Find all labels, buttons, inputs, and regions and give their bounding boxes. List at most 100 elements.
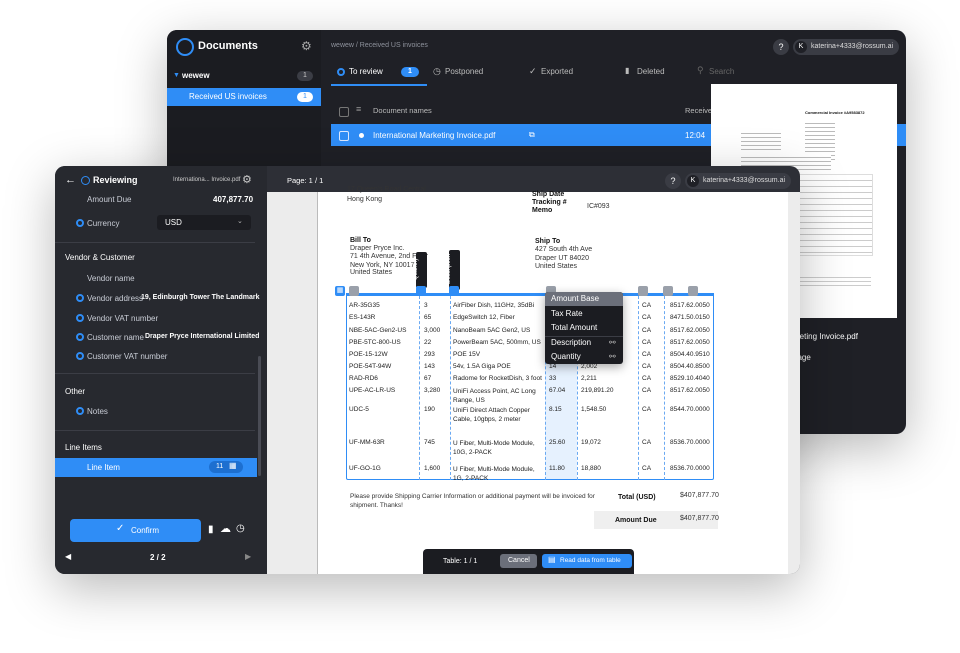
- link-icon: ⚯: [609, 338, 616, 347]
- menu-item-total-amount[interactable]: Total Amount: [545, 321, 623, 335]
- cell-amount: 8536.70.0000: [670, 465, 710, 472]
- vendor-address-value[interactable]: 19, Edinburgh Tower The Landmark: [141, 294, 260, 301]
- previous-arrow-icon[interactable]: ◀: [65, 552, 71, 561]
- currency-select[interactable]: USD ⌄: [157, 215, 251, 230]
- user-menu[interactable]: K katerina+4333@rossum.ai: [793, 39, 899, 55]
- clock-icon: ◷: [433, 66, 441, 76]
- customer-name-value[interactable]: Draper Pryce International Limited: [145, 333, 259, 340]
- column-document-names[interactable]: Document names: [373, 106, 432, 115]
- tab-count-badge: 1: [401, 67, 419, 77]
- user-email: katerina+4333@rossum.ai: [811, 43, 894, 50]
- queue-count-badge: 1: [297, 92, 313, 102]
- cell-total: 19,072: [581, 439, 601, 446]
- ship-to-line: United States: [535, 263, 578, 270]
- divider: [55, 373, 255, 374]
- menu-item-description[interactable]: Description ⚯: [545, 336, 623, 350]
- footer-note: Please provide Shipping Carrier Informat…: [350, 493, 595, 509]
- breadcrumb[interactable]: wewew / Received US invoices: [331, 42, 428, 49]
- table-icon: ▤: [548, 555, 556, 564]
- chevron-down-icon[interactable]: ▼: [173, 72, 180, 79]
- cell-unit: 8.15: [549, 406, 562, 413]
- cancel-button[interactable]: Cancel: [500, 554, 537, 568]
- cloud-download-icon[interactable]: ☁: [220, 522, 231, 535]
- ship-to-title: Ship To: [535, 238, 561, 245]
- table-row[interactable]: UF-GO-1G 1,600 U Fiber, Multi-Mode Modul…: [346, 462, 714, 482]
- eye-icon[interactable]: [76, 407, 84, 415]
- line-item-label: Line Item: [87, 463, 120, 472]
- cell-desc: EdgeSwitch 12, Fiber: [453, 314, 515, 321]
- ship-to-line: Draper UT 84020: [535, 255, 589, 262]
- eye-icon[interactable]: [76, 219, 84, 227]
- confirm-button[interactable]: ✓ Confirm: [70, 519, 201, 542]
- cell-code: UPE-AC-LR-US: [349, 387, 396, 394]
- amount-due-value[interactable]: 407,877.70: [213, 195, 253, 204]
- column-handle-icon[interactable]: [638, 286, 648, 296]
- back-arrow-icon[interactable]: ←: [65, 174, 76, 186]
- folder-name[interactable]: wewew: [182, 71, 210, 80]
- gear-icon[interactable]: ⚙: [301, 39, 312, 53]
- quantity-column-tag[interactable]: Quantity: [413, 252, 427, 288]
- cell-amount: 8544.70.0000: [670, 406, 710, 413]
- cell-code: UDC-5: [349, 406, 369, 413]
- clock-icon[interactable]: ◷: [236, 523, 245, 534]
- doc-address-line: Hong Kong: [347, 196, 383, 203]
- help-icon[interactable]: ?: [773, 39, 789, 55]
- cell-total: 18,880: [581, 465, 601, 472]
- menu-item-amount-base[interactable]: Amount Base: [545, 292, 623, 306]
- tab-to-review[interactable]: To review 1: [337, 66, 419, 80]
- line-item-row[interactable]: Line Item 11 ▦: [55, 458, 257, 477]
- table-grid-icon[interactable]: ▦: [335, 286, 345, 296]
- column-handle-icon[interactable]: [449, 286, 459, 296]
- eye-icon: [337, 68, 345, 76]
- divider: [55, 242, 255, 243]
- check-icon: ✓: [116, 523, 125, 534]
- gear-icon[interactable]: ⚙: [242, 173, 252, 186]
- table-row[interactable]: ES-143R 65 EdgeSwitch 12, Fiber CA 8471.…: [346, 311, 714, 325]
- help-icon[interactable]: ?: [665, 173, 681, 189]
- section-line-items: Line Items: [65, 443, 102, 452]
- eye-icon[interactable]: [76, 314, 84, 322]
- preview-filename: rketing Invoice.pdf: [793, 332, 858, 341]
- table-row[interactable]: UF-MM-63R 745 U Fiber, Multi-Mode Module…: [346, 436, 714, 456]
- cell-state: CA: [642, 387, 652, 394]
- user-menu[interactable]: K katerina+4333@rossum.ai: [685, 173, 791, 189]
- table-row[interactable]: UDC-5 190 UniFi Direct Attach Copper Cab…: [346, 403, 714, 423]
- eye-icon[interactable]: [76, 294, 84, 302]
- filter-icon[interactable]: ≡: [356, 104, 361, 114]
- queue-item-received-us-invoices[interactable]: Received US invoices 1: [167, 88, 321, 106]
- cell-state: CA: [642, 465, 652, 472]
- cell-qty: 65: [424, 314, 432, 321]
- count-text: 11: [216, 463, 224, 470]
- cell-qty: 745: [424, 439, 435, 446]
- next-arrow-icon[interactable]: ▶: [245, 552, 251, 561]
- notes-label: Notes: [87, 407, 108, 416]
- folder-count-badge: 1: [297, 71, 313, 81]
- read-data-button[interactable]: ▤ Read data from table: [542, 554, 632, 568]
- description-column-tag[interactable]: Description: [446, 250, 460, 290]
- unread-dot-icon: [359, 133, 364, 138]
- column-handle-icon[interactable]: [663, 286, 673, 296]
- trash-icon[interactable]: ▮: [208, 524, 214, 535]
- copy-icon[interactable]: ⧉: [529, 130, 535, 140]
- quantity-tag-label: Quantity: [413, 257, 420, 281]
- menu-item-label: Description: [551, 338, 592, 347]
- column-handle-icon[interactable]: [416, 286, 426, 296]
- total-label: Total (USD): [618, 494, 656, 501]
- bill-to-line: Draper Pryce Inc.: [350, 245, 405, 252]
- column-received[interactable]: Receive: [685, 106, 712, 115]
- eye-icon[interactable]: [76, 352, 84, 360]
- cell-amount: 8536.70.0000: [670, 439, 710, 446]
- table-row[interactable]: UPE-AC-LR-US 3,280 UniFi Access Point, A…: [346, 384, 714, 404]
- cell-unit: 67.04: [549, 387, 566, 394]
- menu-item-tax-rate[interactable]: Tax Rate: [545, 307, 623, 321]
- file-name: Internationa... Invoice.pdf: [173, 177, 241, 183]
- select-all-checkbox[interactable]: [339, 107, 349, 117]
- column-handle-icon[interactable]: [349, 286, 359, 296]
- column-handle-icon[interactable]: [688, 286, 698, 296]
- eye-icon[interactable]: [76, 333, 84, 341]
- row-checkbox[interactable]: [339, 131, 349, 141]
- menu-item-quantity[interactable]: Quantity ⚯: [545, 350, 623, 364]
- search-input[interactable]: ⚲ Search: [697, 65, 827, 80]
- menu-item-label: Quantity: [551, 352, 581, 361]
- scrollbar[interactable]: [258, 356, 261, 476]
